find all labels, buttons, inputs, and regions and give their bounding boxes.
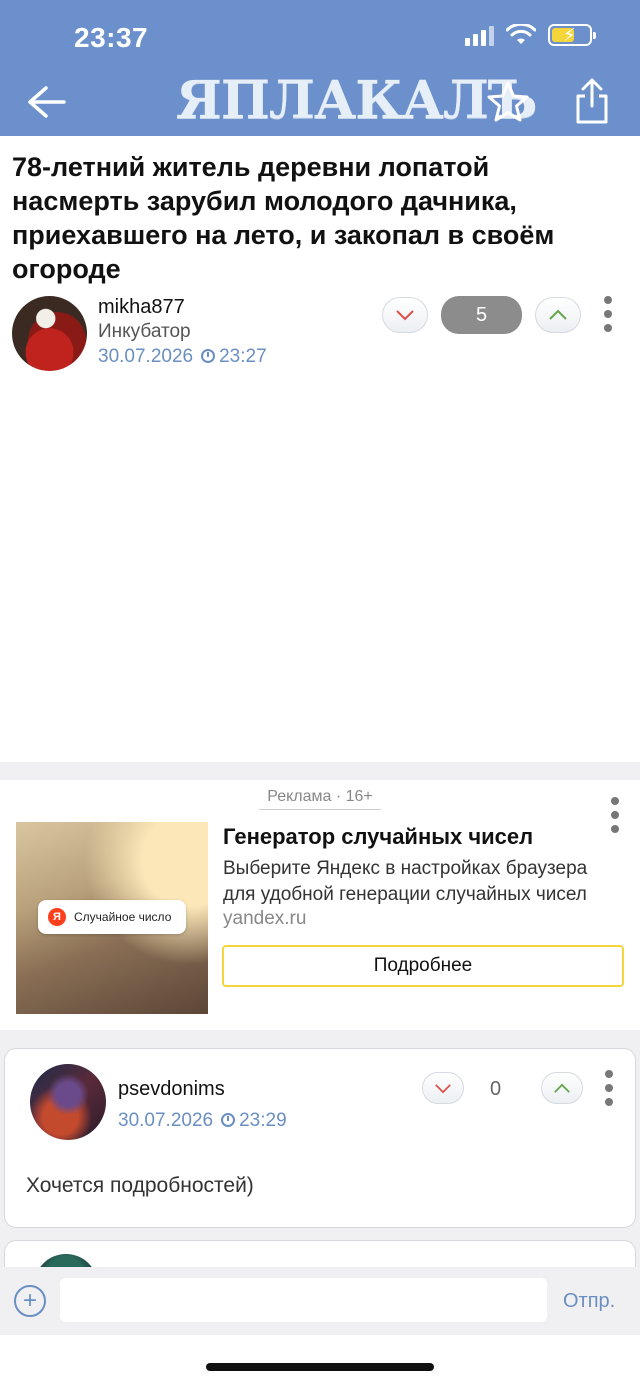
comment-time: 23:29: [239, 1110, 287, 1131]
add-attachment-button[interactable]: +: [14, 1285, 46, 1317]
author-avatar[interactable]: [12, 296, 87, 371]
ad-description: Выберите Яндекс в настройках браузера дл…: [223, 858, 588, 905]
comment-card: [4, 1048, 636, 1228]
clock-icon: [201, 349, 216, 363]
commenter-avatar[interactable]: [30, 1064, 106, 1140]
divider: [0, 762, 640, 780]
comment-more-icon[interactable]: [604, 1070, 614, 1106]
ad-more-icon[interactable]: [610, 797, 620, 833]
battery-icon: ⚡: [548, 24, 596, 46]
author-name[interactable]: mikha877: [98, 296, 185, 319]
share-icon[interactable]: [574, 78, 610, 124]
post-datetime: 30.07.2026 23:27: [98, 346, 267, 368]
chevron-down-icon: [396, 310, 414, 321]
status-time: 23:37: [74, 22, 149, 53]
ad-label: Реклама · 16+: [0, 788, 640, 810]
comment-rating: 0: [490, 1078, 502, 1100]
back-arrow-icon[interactable]: [26, 84, 66, 120]
home-indicator: [206, 1363, 434, 1371]
downvote-button[interactable]: [382, 297, 428, 333]
ad-image-chip: Я Случайное число: [38, 900, 186, 934]
comment-upvote-button[interactable]: [541, 1072, 583, 1104]
post-title: 78-летний житель деревни лопатой насмерт…: [12, 152, 555, 284]
comment-datetime: 30.07.2026 23:29: [118, 1110, 287, 1132]
ad-more-button[interactable]: Подробнее: [222, 945, 624, 987]
comment-date: 30.07.2026: [118, 1110, 214, 1131]
wifi-icon: [506, 24, 536, 44]
clock-icon: [221, 1113, 236, 1127]
post-date: 30.07.2026: [98, 346, 194, 367]
post-more-icon[interactable]: [603, 296, 613, 332]
commenter-name[interactable]: psevdonims: [118, 1078, 225, 1101]
yandex-logo-icon: Я: [48, 908, 66, 926]
post-time: 23:27: [219, 346, 267, 367]
ad-title[interactable]: Генератор случайных чисел: [223, 824, 533, 850]
site-logo[interactable]: ЯПЛАКАЛЪ: [176, 70, 538, 131]
status-icons: ⚡: [465, 24, 596, 46]
star-icon[interactable]: [486, 80, 530, 124]
author-rank: Инкубатор: [98, 321, 191, 342]
post-rating: 5: [441, 296, 522, 334]
comment-input[interactable]: [60, 1278, 547, 1322]
chevron-up-icon: [549, 309, 567, 320]
chevron-up-icon: [554, 1083, 570, 1093]
ad-domain: yandex.ru: [223, 908, 307, 929]
signal-icon: [465, 24, 494, 46]
chevron-down-icon: [435, 1083, 451, 1093]
comment-downvote-button[interactable]: [422, 1072, 464, 1104]
send-button[interactable]: Отпр.: [563, 1290, 615, 1313]
plus-icon: +: [22, 1287, 37, 1314]
upvote-button[interactable]: [535, 297, 581, 333]
comment-text: Хочется подробностей): [26, 1174, 254, 1197]
